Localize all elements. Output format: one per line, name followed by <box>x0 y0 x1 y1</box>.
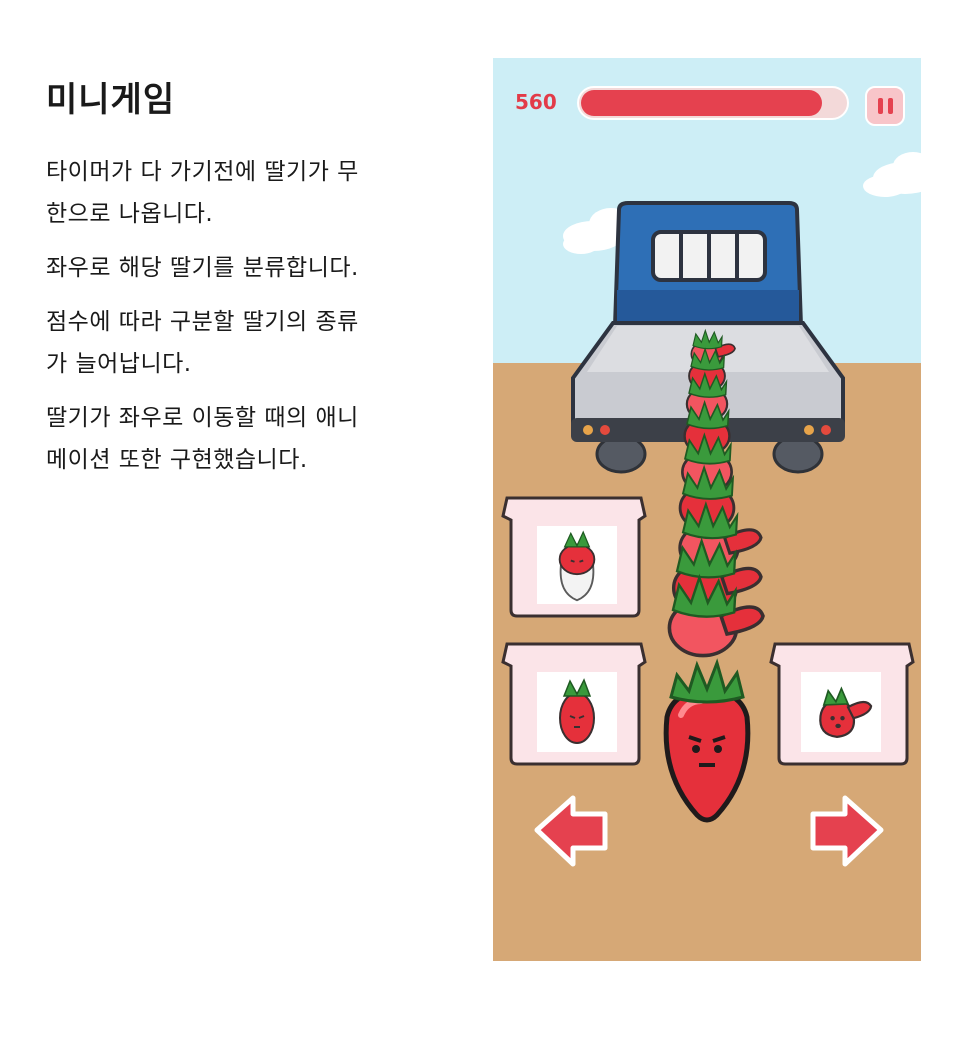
page-title: 미니게임 <box>46 80 176 120</box>
score-display: 560 <box>515 90 557 114</box>
sort-box-right[interactable] <box>769 642 915 766</box>
description-panel: 미니게임 타이머가 다 가기전에 딸기가 무 한으로 나옵니다. 좌우로 해당 … <box>46 72 446 493</box>
sort-box-left-bottom[interactable] <box>501 642 647 766</box>
description-paragraph-4: 딸기가 좌우로 이동할 때의 애니 메이션 또한 구현했습니다. <box>46 405 359 473</box>
pause-icon <box>878 98 883 114</box>
description-paragraph-2: 좌우로 해당 딸기를 분류합니다. <box>46 255 359 281</box>
game-scene <box>493 58 921 961</box>
pause-button[interactable] <box>865 86 905 126</box>
timer-bar <box>577 86 849 120</box>
timer-fill <box>581 90 822 116</box>
game-screen[interactable]: 560 <box>493 58 921 961</box>
sort-box-left-top[interactable] <box>501 496 647 618</box>
description-paragraph-3: 점수에 따라 구분할 딸기의 종류 가 늘어납니다. <box>46 309 359 377</box>
description-paragraph-1: 타이머가 다 가기전에 딸기가 무 한으로 나옵니다. <box>46 159 359 227</box>
